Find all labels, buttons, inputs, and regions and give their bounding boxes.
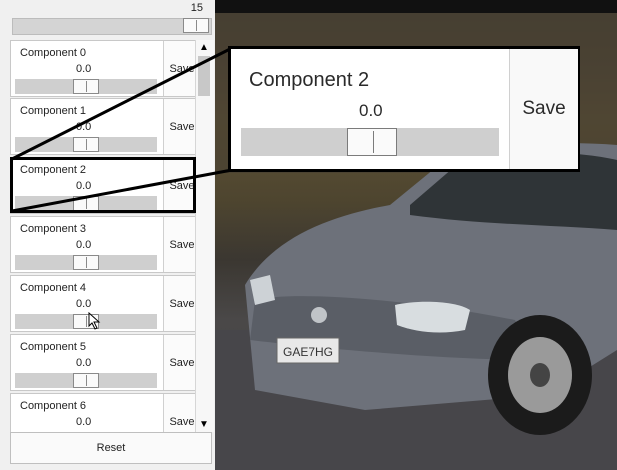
highlight-box <box>10 157 196 213</box>
callout-slider-thumb <box>347 128 397 156</box>
app-frame: 15 Component 0 0.0 Save Component 1 0.0 … <box>0 0 617 470</box>
magnified-callout: Component 2 0.0 Save <box>228 46 580 172</box>
callout-component-name: Component 2 <box>249 69 370 91</box>
callout-save-button: Save <box>509 49 578 169</box>
callout-component-value: 0.0 <box>359 101 383 120</box>
callout-slider <box>241 128 499 156</box>
